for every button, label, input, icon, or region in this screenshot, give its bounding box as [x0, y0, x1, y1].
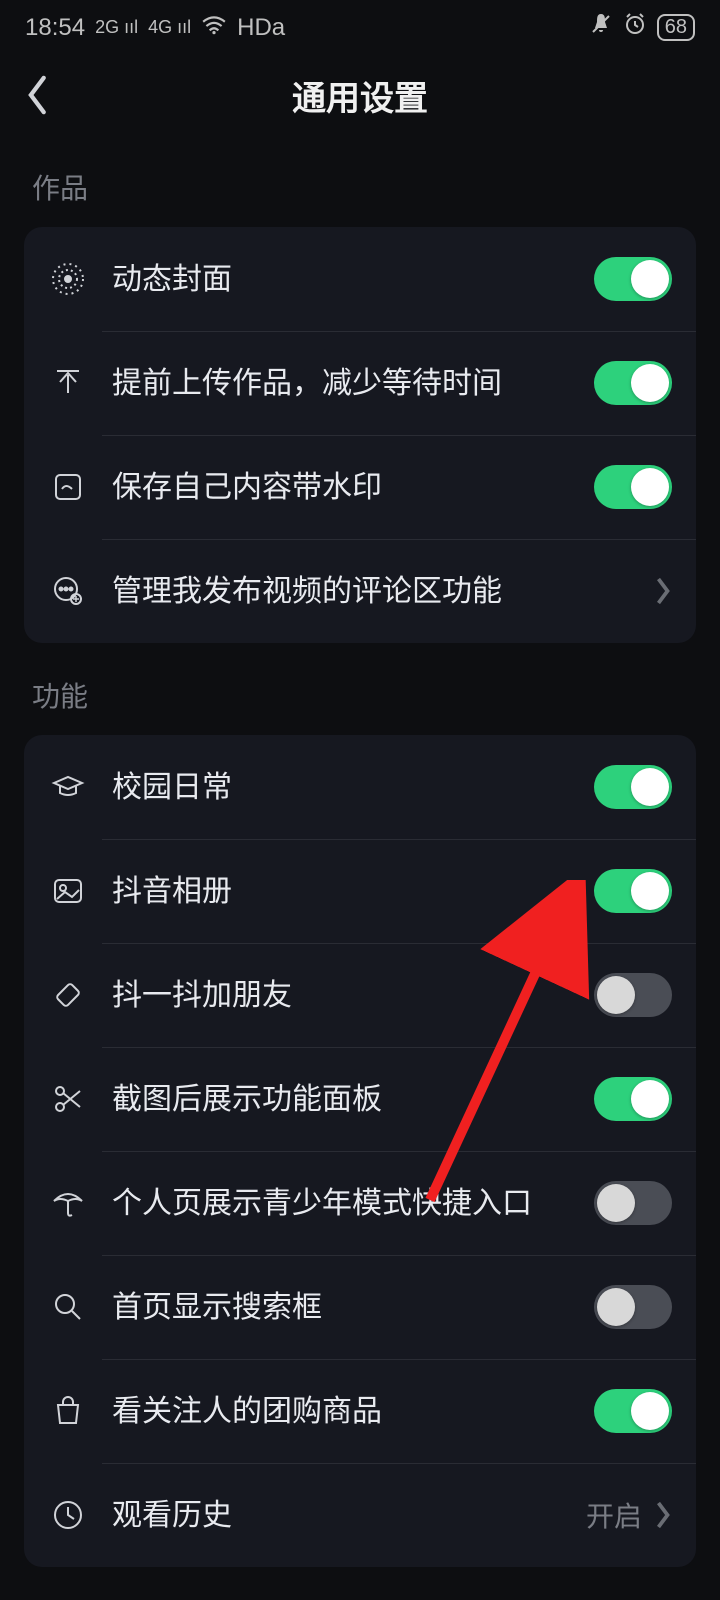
status-right: 68: [589, 12, 695, 43]
row-label: 抖一抖加朋友: [112, 976, 594, 1015]
row-label: 首页显示搜索框: [112, 1288, 594, 1327]
row-label: 截图后展示功能面板: [112, 1080, 594, 1119]
wifi-icon: [201, 14, 227, 42]
signal-2g-icon: 2G ııl: [95, 17, 138, 38]
alarm-icon: [623, 12, 647, 43]
chevron-right-icon: [654, 576, 672, 606]
row-album[interactable]: 抖音相册: [24, 839, 696, 943]
toggle-teen-mode[interactable]: [594, 1181, 672, 1225]
umbrella-icon: [48, 1183, 88, 1223]
scissors-icon: [48, 1079, 88, 1119]
status-left: 18:54 2G ııl 4G ııl HDa: [25, 14, 285, 42]
battery-icon: 68: [657, 14, 695, 41]
row-watermark[interactable]: 保存自己内容带水印: [24, 435, 696, 539]
row-label: 动态封面: [112, 260, 594, 299]
row-screenshot[interactable]: 截图后展示功能面板: [24, 1047, 696, 1151]
signal-4g-icon: 4G ııl: [148, 17, 191, 38]
row-label: 管理我发布视频的评论区功能: [112, 572, 654, 611]
row-label: 保存自己内容带水印: [112, 468, 594, 507]
shake-icon: [48, 975, 88, 1015]
back-button[interactable]: [8, 65, 68, 125]
row-watch-history[interactable]: 观看历史 开启: [24, 1463, 696, 1567]
header: 通用设置: [0, 55, 720, 135]
toggle-watermark[interactable]: [594, 465, 672, 509]
upload-icon: [48, 363, 88, 403]
row-label: 提前上传作品，减少等待时间: [112, 364, 594, 403]
search-icon: [48, 1287, 88, 1327]
chevron-right-icon: [654, 1500, 672, 1530]
toggle-album[interactable]: [594, 869, 672, 913]
row-label: 校园日常: [112, 768, 594, 807]
status-hd: HDa: [237, 14, 285, 42]
graduation-cap-icon: [48, 767, 88, 807]
shopping-bag-icon: [48, 1391, 88, 1431]
toggle-shake[interactable]: [594, 973, 672, 1017]
row-label: 抖音相册: [112, 872, 594, 911]
page-title: 通用设置: [0, 71, 720, 120]
row-label: 观看历史: [112, 1496, 586, 1535]
toggle-preupload[interactable]: [594, 361, 672, 405]
section-features: 校园日常 抖音相册 抖一抖加朋友 截图后展示功能面板: [24, 735, 696, 1567]
toggle-group-buy[interactable]: [594, 1389, 672, 1433]
row-search-box[interactable]: 首页显示搜索框: [24, 1255, 696, 1359]
toggle-screenshot[interactable]: [594, 1077, 672, 1121]
row-label: 看关注人的团购商品: [112, 1392, 594, 1431]
toggle-search-box[interactable]: [594, 1285, 672, 1329]
row-preupload[interactable]: 提前上传作品，减少等待时间: [24, 331, 696, 435]
row-shake[interactable]: 抖一抖加朋友: [24, 943, 696, 1047]
toggle-dynamic-cover[interactable]: [594, 257, 672, 301]
status-bar: 18:54 2G ııl 4G ııl HDa 68: [0, 0, 720, 55]
history-status: 开启: [586, 1495, 642, 1535]
row-campus[interactable]: 校园日常: [24, 735, 696, 839]
clock-icon: [48, 1495, 88, 1535]
status-time: 18:54: [25, 14, 85, 42]
row-teen-mode[interactable]: 个人页展示青少年模式快捷入口: [24, 1151, 696, 1255]
section-works: 动态封面 提前上传作品，减少等待时间 保存自己内容带水印 管理我发布视频的评论区…: [24, 227, 696, 643]
row-comment-management[interactable]: 管理我发布视频的评论区功能: [24, 539, 696, 643]
toggle-campus[interactable]: [594, 765, 672, 809]
row-group-buy[interactable]: 看关注人的团购商品: [24, 1359, 696, 1463]
row-label: 个人页展示青少年模式快捷入口: [112, 1184, 594, 1223]
section-header-features: 功能: [24, 643, 696, 735]
mute-icon: [589, 12, 613, 43]
target-icon: [48, 259, 88, 299]
row-dynamic-cover[interactable]: 动态封面: [24, 227, 696, 331]
photo-icon: [48, 871, 88, 911]
comment-settings-icon: [48, 571, 88, 611]
section-header-works: 作品: [24, 135, 696, 227]
image-icon: [48, 467, 88, 507]
